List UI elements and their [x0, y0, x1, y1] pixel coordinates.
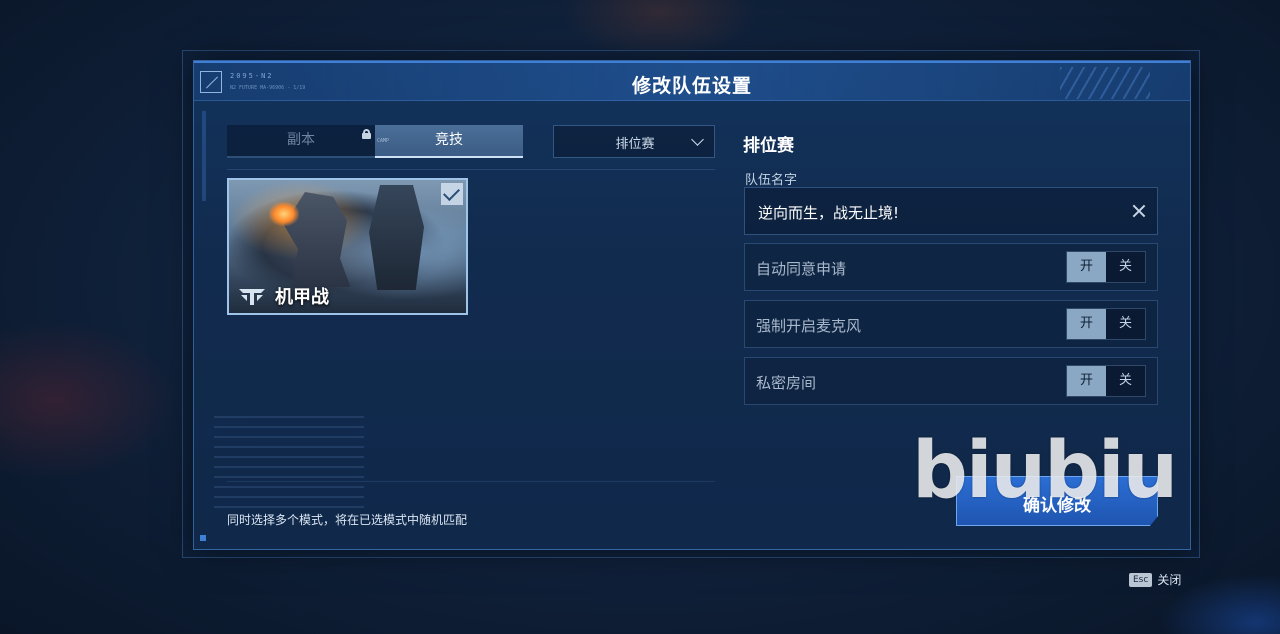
setting-row-private-room: 私密房间 开 关: [744, 357, 1158, 405]
team-name-value: 逆向而生，战无止境!: [758, 204, 900, 222]
mode-card-label: 机甲战: [275, 287, 329, 308]
corner-marker: [200, 535, 206, 541]
lock-icon: [362, 129, 371, 139]
divider: [227, 169, 715, 170]
tab-tag: CAMP: [377, 138, 390, 144]
clear-icon[interactable]: [1131, 203, 1147, 219]
left-rail-decoration: [202, 111, 206, 201]
close-label: 关闭: [1157, 573, 1182, 587]
tab-label: 竞技: [435, 132, 463, 148]
dropdown-value: 排位赛: [615, 137, 655, 152]
toggle-off-option[interactable]: 关: [1106, 366, 1145, 396]
mode-emblem-icon: [239, 289, 265, 305]
toggle-on-option[interactable]: 开: [1067, 309, 1106, 339]
mech-illustration: [369, 185, 424, 290]
tab-dungeon[interactable]: 副本: [227, 125, 375, 156]
tab-competitive[interactable]: CAMP 竞技: [375, 125, 523, 158]
team-name-label: 队伍名字: [745, 173, 798, 188]
team-name-input[interactable]: 逆向而生，战无止境!: [744, 187, 1158, 235]
private-room-toggle[interactable]: 开 关: [1066, 365, 1146, 397]
checkbox-checked-icon[interactable]: [441, 183, 463, 205]
decorative-readout: [214, 416, 364, 516]
mode-card-mech-battle[interactable]: 机甲战: [227, 178, 468, 315]
setting-label: 强制开启麦克风: [756, 317, 862, 335]
background-glow: [0, 320, 180, 480]
settings-section-title: 排位赛: [743, 136, 794, 156]
setting-row-auto-accept: 自动同意申请 开 关: [744, 243, 1158, 291]
decorative-stripes: [1060, 67, 1150, 99]
tab-label: 副本: [287, 132, 315, 148]
mode-tabs: 副本 CAMP 竞技: [227, 125, 523, 158]
divider: [227, 481, 715, 482]
toggle-on-option[interactable]: 开: [1067, 252, 1106, 282]
toggle-on-option[interactable]: 开: [1067, 366, 1106, 396]
close-hint[interactable]: Esc 关闭: [1129, 571, 1181, 588]
setting-row-force-mic: 强制开启麦克风 开 关: [744, 300, 1158, 348]
multi-select-hint: 同时选择多个模式，将在已选模式中随机匹配: [227, 513, 468, 527]
force-mic-toggle[interactable]: 开 关: [1066, 308, 1146, 340]
watermark: biubiu: [912, 426, 1178, 516]
toggle-off-option[interactable]: 关: [1106, 309, 1145, 339]
match-type-dropdown[interactable]: 排位赛: [553, 125, 715, 158]
title-bar: 2095-N2 N2 FUTURE MA-96906 - 1/19 修改队伍设置: [194, 61, 1190, 101]
setting-label: 私密房间: [756, 374, 817, 392]
setting-label: 自动同意申请: [756, 260, 847, 278]
esc-key-icon: Esc: [1129, 572, 1153, 587]
dialog-title: 修改队伍设置: [631, 75, 752, 97]
toggle-off-option[interactable]: 关: [1106, 252, 1145, 282]
auto-accept-toggle[interactable]: 开 关: [1066, 251, 1146, 283]
explosion-effect: [269, 202, 299, 226]
